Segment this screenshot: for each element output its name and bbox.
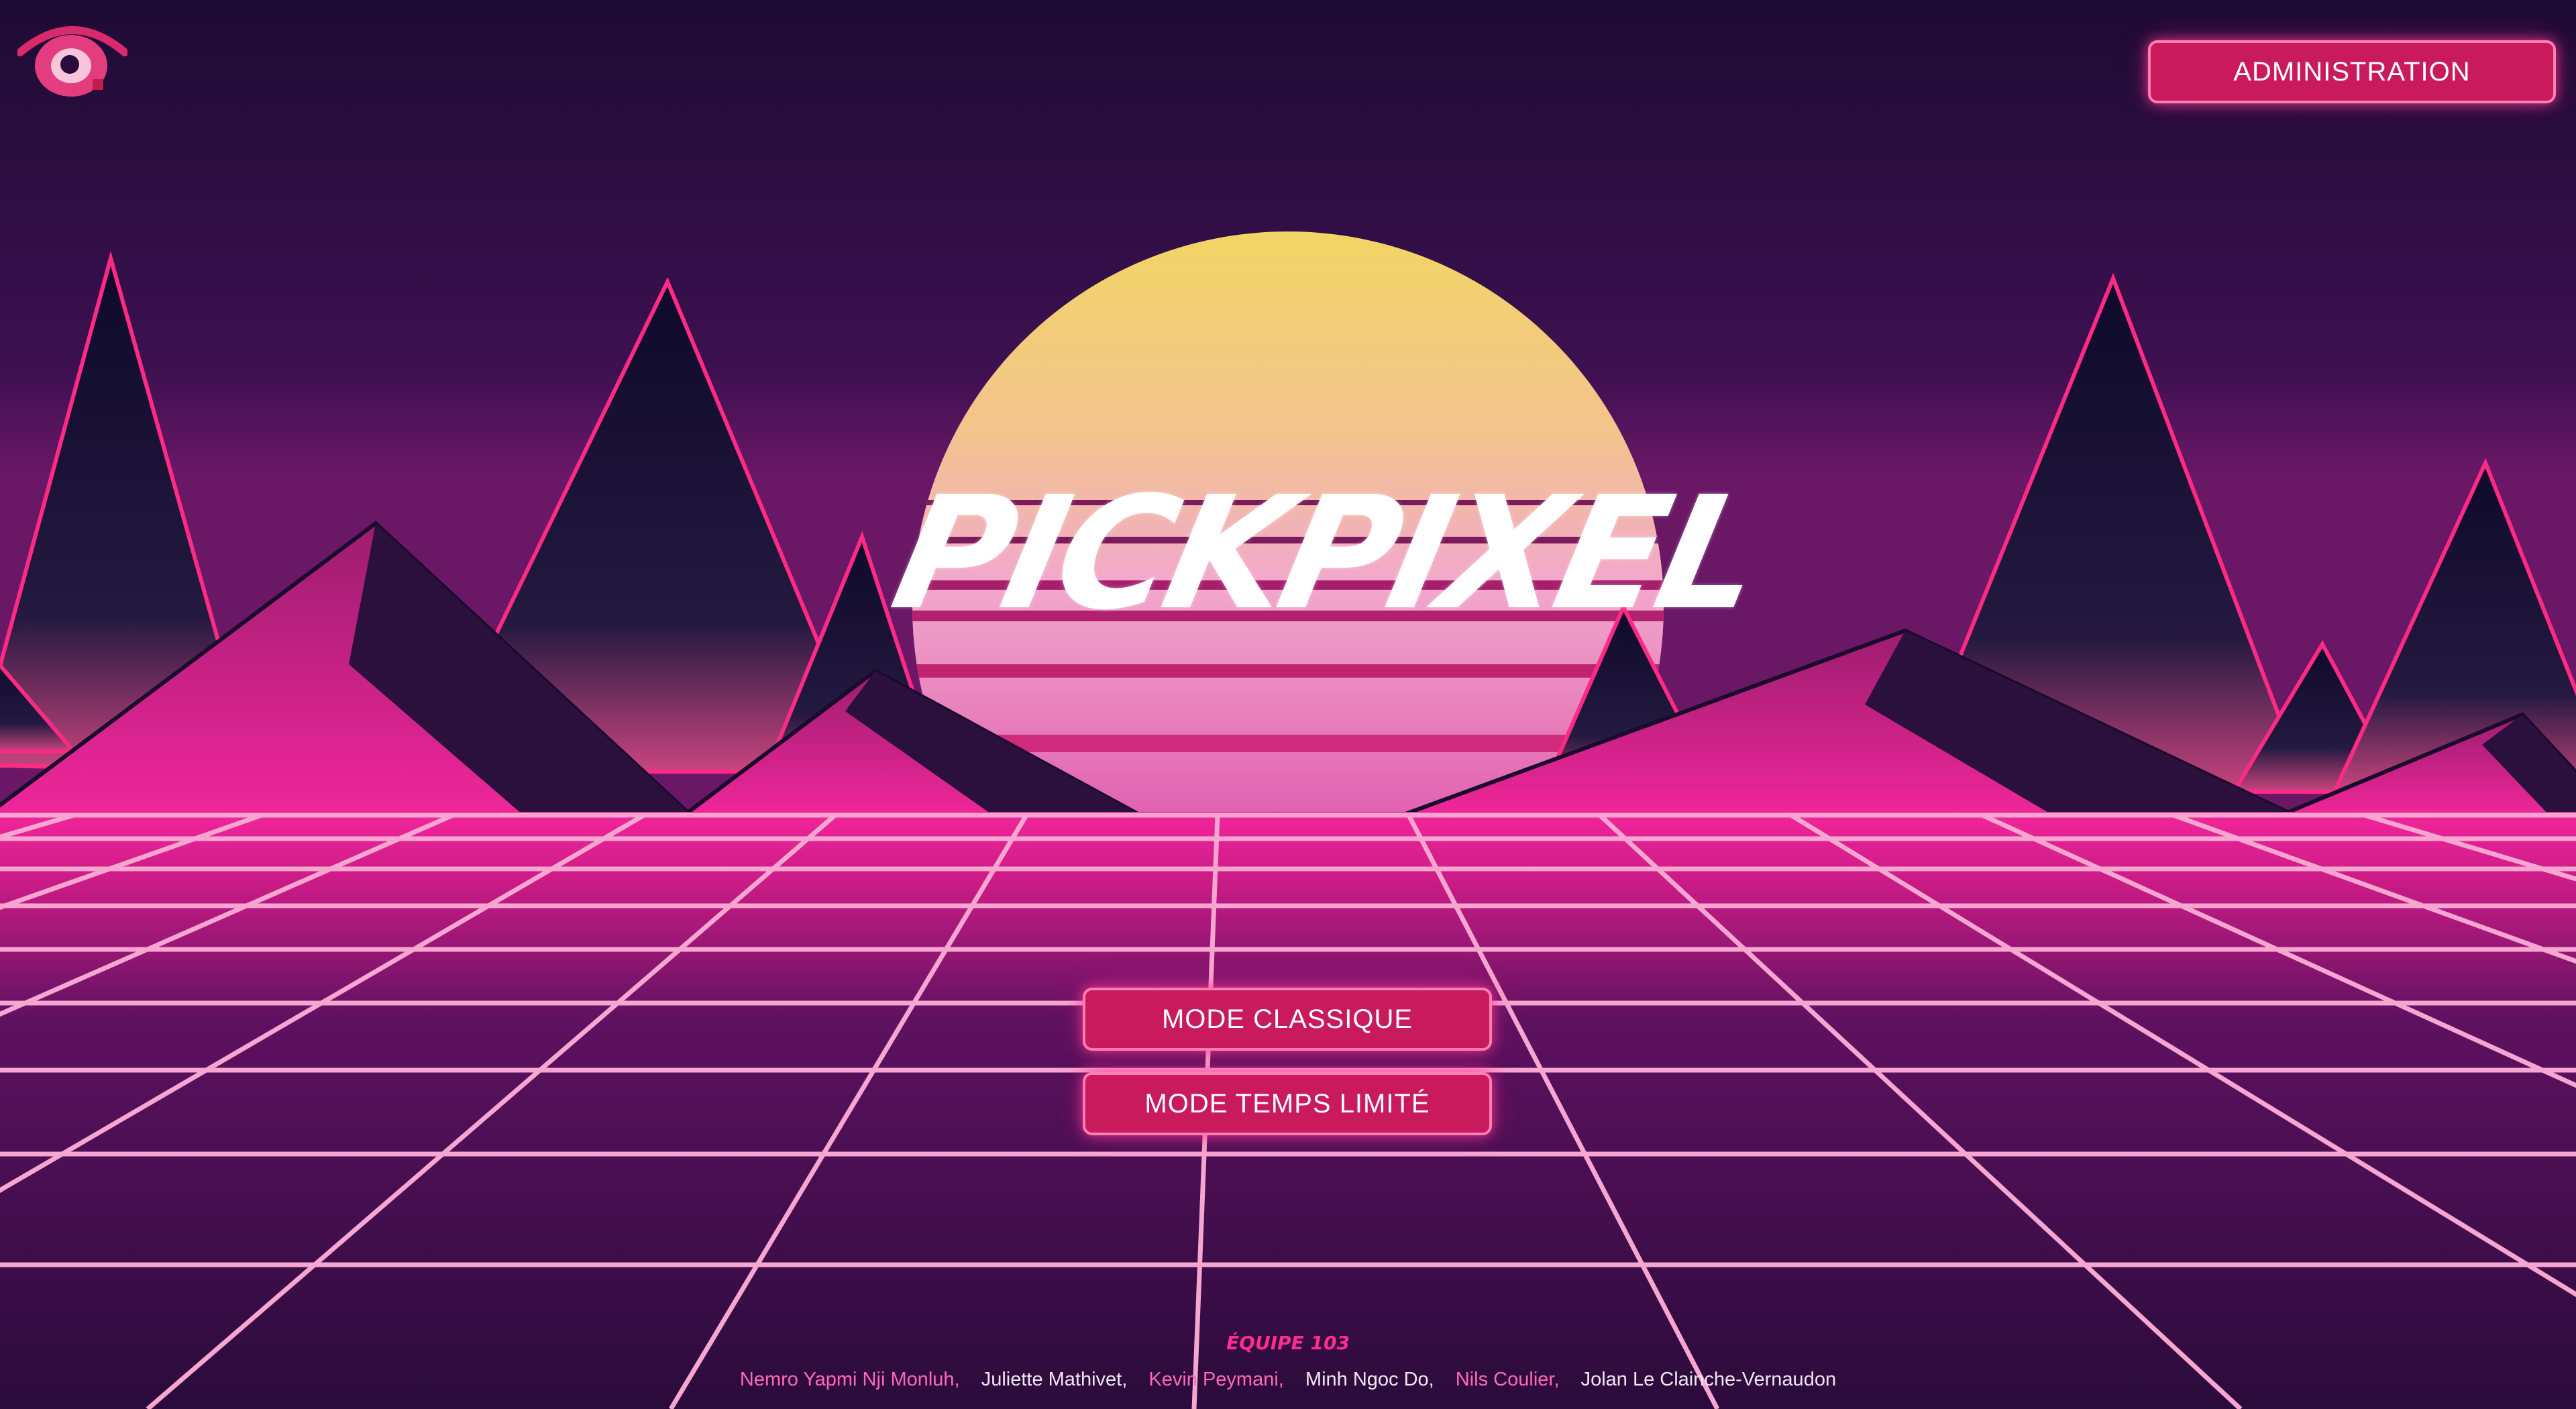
member-name: Juliette Mathivet, [981, 1369, 1128, 1390]
member-name: Jolan Le Clainche-Vernaudon [1580, 1369, 1837, 1390]
member-name: Nils Coulier, [1455, 1369, 1560, 1390]
home-screen: ADMINISTRATION PICKPIXEL MODE CLASSIQUE … [0, 0, 2576, 1409]
team-members: Nemro Yapmi Nji Monluh, Juliette Mathive… [0, 1369, 2576, 1391]
eye-pin-logo-icon[interactable] [17, 17, 127, 99]
member-name: Nemro Yapmi Nji Monluh, [739, 1369, 960, 1390]
game-title: PICKPIXEL [879, 463, 1774, 644]
team-label: ÉQUIPE 103 [1226, 1332, 1350, 1354]
timed-mode-button[interactable]: MODE TEMPS LIMITÉ [1083, 1072, 1492, 1135]
member-name: Kevin Peymani, [1148, 1369, 1284, 1390]
member-name: Minh Ngoc Do, [1305, 1369, 1434, 1390]
administration-button[interactable]: ADMINISTRATION [2148, 40, 2556, 103]
classic-mode-button[interactable]: MODE CLASSIQUE [1083, 988, 1492, 1051]
synthwave-background [0, 0, 2576, 1409]
